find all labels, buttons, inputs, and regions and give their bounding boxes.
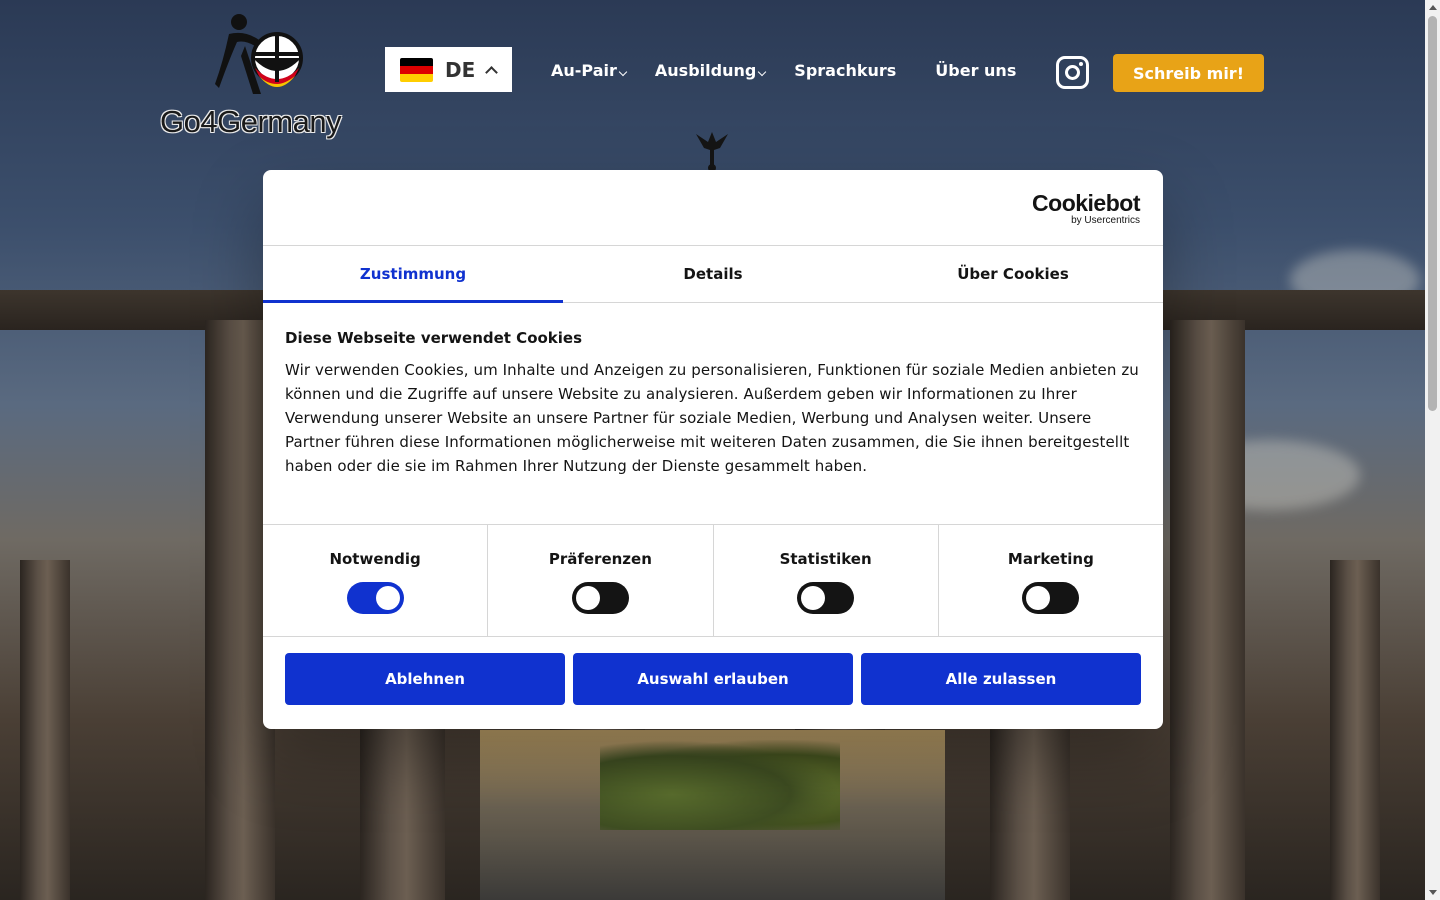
contact-cta-button[interactable]: Schreib mir! [1113,54,1264,92]
nav-item-label: Ausbildung [654,61,757,80]
dialog-title: Diese Webseite verwendet Cookies [285,329,583,347]
cookiebot-logo[interactable]: Cookiebot by Usercentrics [1032,192,1140,226]
tab-details[interactable]: Details [563,246,863,302]
trees [600,740,840,830]
toggle-knob [1026,586,1051,610]
tab-ueber-cookies[interactable]: Über Cookies [863,246,1163,302]
allow-all-button[interactable]: Alle zulassen [861,653,1141,705]
nav-item-label: Über uns [935,61,1017,80]
dialog-header: Cookiebot by Usercentrics [263,170,1163,246]
category-notwendig: Notwendig [263,525,489,636]
go4germany-logo-icon [215,14,303,94]
nav-item-ausbildung[interactable]: Ausbildung [654,61,767,80]
chevron-down-icon [758,67,767,76]
allow-selection-button[interactable]: Auswahl erlauben [573,653,853,705]
category-label: Notwendig [329,550,421,568]
language-code: DE [445,57,476,82]
chevron-up-icon [485,66,499,79]
dialog-description: Wir verwenden Cookies, um Inhalte und An… [285,361,1139,475]
nav-item-au-pair[interactable]: Au-Pair [551,61,628,80]
site-logo[interactable]: Go4Germany [160,8,370,139]
category-marketing: Marketing [939,525,1163,636]
category-praeferenzen: Präferenzen [488,525,714,636]
logo-text: Go4Germany [160,104,342,139]
nav-item-label: Au-Pair [551,61,617,80]
instagram-icon[interactable] [1056,56,1089,89]
germany-flag-icon [400,57,433,82]
gate-column [20,560,70,900]
cookie-categories: Notwendig Präferenzen Statistiken Market… [263,525,1163,637]
category-label: Marketing [1007,550,1094,568]
cookiebot-byline: by Usercentrics [1071,215,1140,226]
scrollbar-thumb[interactable] [1428,16,1437,411]
cookie-consent-dialog: Cookiebot by Usercentrics Zustimmung Det… [263,170,1163,729]
notwendig-toggle[interactable] [346,582,404,614]
nav-item-ueber-uns[interactable]: Über uns [935,61,1016,80]
dialog-actions: Ablehnen Auswahl erlauben Alle zulassen [263,637,1163,721]
category-label: Statistiken [779,550,872,568]
toggle-knob [575,586,600,610]
dialog-body: Diese Webseite verwendet Cookies Wir ver… [263,303,1163,525]
toggle-knob [375,586,400,610]
gate-column [1170,320,1245,900]
nav-item-sprachkurs[interactable]: Sprachkurs [794,61,896,80]
scroll-up-arrow-icon[interactable] [1429,5,1437,10]
dialog-tabs: Zustimmung Details Über Cookies [263,246,1163,303]
scroll-down-arrow-icon[interactable] [1429,890,1437,895]
marketing-toggle[interactable] [1022,582,1080,614]
nav-item-label: Sprachkurs [794,61,897,80]
deny-button[interactable]: Ablehnen [285,653,565,705]
tab-zustimmung[interactable]: Zustimmung [263,246,563,303]
page-scrollbar[interactable] [1425,0,1440,900]
category-statistiken: Statistiken [714,525,939,636]
category-label: Präferenzen [548,550,652,568]
language-selector[interactable]: DE [385,47,512,92]
gate-column [1330,560,1380,900]
praeferenzen-toggle[interactable] [571,582,629,614]
site-header: Go4Germany DE Au-Pair Ausbildung Sprachk… [0,0,1425,140]
cookiebot-brand-name: Cookiebot [1032,190,1140,216]
main-nav: Au-Pair Ausbildung Sprachkurs Über uns [551,61,1016,80]
toggle-knob [801,586,826,610]
chevron-down-icon [618,67,628,76]
statistiken-toggle[interactable] [797,582,855,614]
